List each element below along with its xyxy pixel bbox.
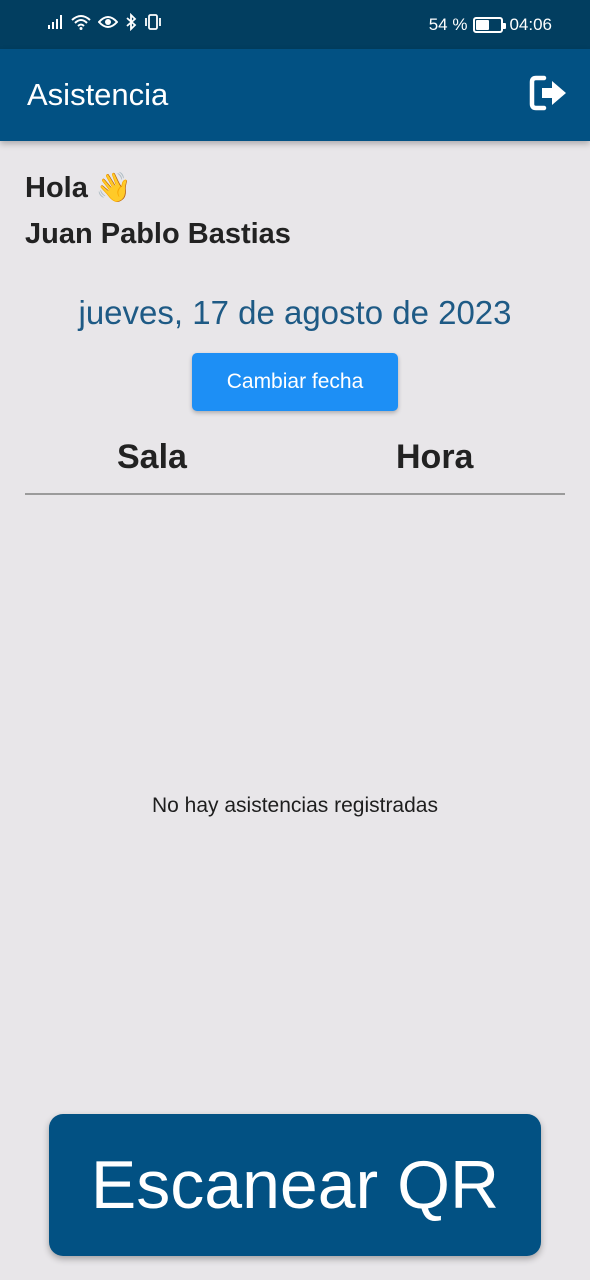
waving-hand-icon: 👋 bbox=[95, 172, 133, 204]
status-right: 54 % 04:06 bbox=[429, 15, 552, 35]
logout-button[interactable] bbox=[527, 73, 571, 117]
empty-message: No hay asistencias registradas bbox=[152, 794, 438, 817]
app-bar: Asistencia bbox=[0, 49, 590, 141]
attendance-table-header: Sala Hora bbox=[25, 436, 565, 495]
eye-icon bbox=[97, 15, 119, 34]
selected-date: jueves, 17 de agosto de 2023 bbox=[78, 294, 512, 331]
signal-icon bbox=[48, 15, 64, 34]
greeting-hello-line: Hola 👋 bbox=[25, 165, 291, 211]
battery-percent: 54 % bbox=[428, 14, 468, 34]
greeting-hello: Hola bbox=[25, 172, 88, 204]
battery-level bbox=[476, 19, 490, 30]
status-time: 04:06 bbox=[509, 14, 552, 34]
user-name: Juan Pablo Bastias bbox=[25, 218, 291, 250]
change-date-button[interactable]: Cambiar fecha bbox=[192, 353, 398, 411]
scan-qr-button[interactable]: Escanear QR bbox=[49, 1114, 541, 1256]
status-icons bbox=[48, 12, 162, 36]
battery-icon bbox=[473, 16, 507, 33]
column-header-hora: Hora bbox=[396, 438, 474, 476]
status-bar: 54 % 04:06 bbox=[0, 0, 590, 49]
app-title: Asistencia bbox=[27, 77, 169, 112]
logout-icon bbox=[529, 75, 569, 116]
column-header-sala: Sala bbox=[117, 438, 187, 476]
vibrate-icon bbox=[144, 14, 162, 35]
greeting: Hola 👋 Juan Pablo Bastias bbox=[25, 165, 291, 257]
wifi-icon bbox=[71, 14, 91, 35]
bluetooth-icon bbox=[125, 12, 137, 36]
